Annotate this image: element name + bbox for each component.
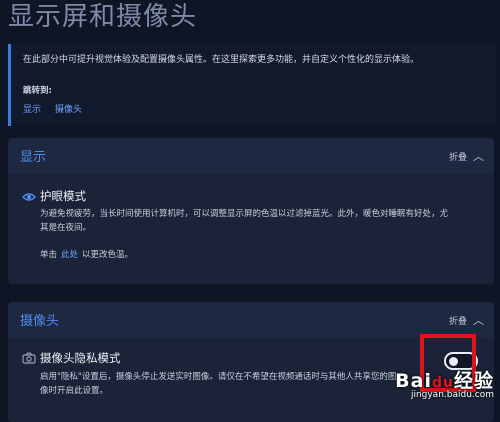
click-suffix: 以更改色温。 (82, 250, 134, 260)
camera-icon (22, 352, 36, 364)
page-title: 显示屏和摄像头 (8, 2, 198, 32)
display-section-header: 显示 折叠 ︿ (8, 138, 494, 174)
baidu-logo: Baidu经验 (395, 370, 494, 392)
jump-link-camera[interactable]: 摄像头 (55, 102, 82, 115)
color-temp-link[interactable]: 此处 (61, 250, 78, 260)
display-collapse-button[interactable]: 折叠 ︿ (449, 150, 484, 163)
chevron-up-icon: ︿ (473, 314, 484, 327)
eye-care-click-line: 单击 此处 以更改色温。 (40, 248, 133, 260)
chevron-up-icon: ︿ (473, 150, 484, 163)
jump-link-display[interactable]: 显示 (23, 102, 41, 115)
camera-privacy-title: 摄像头隐私模式 (40, 351, 121, 365)
display-section-title: 显示 (20, 150, 47, 165)
camera-section-header: 摄像头 折叠 ︿ (8, 302, 494, 338)
click-prefix: 单击 (40, 250, 58, 260)
display-section: 显示 折叠 ︿ 护眼模式 为避免视疲劳，当长时间使用计算机时，可以调整显示屏的色温… (8, 138, 494, 284)
intro-panel: 在此部分中可提升视觉体验及配置摄像头属性。在这里探索更多功能，并自定义个性化的显… (8, 44, 497, 126)
collapse-label: 折叠 (448, 317, 467, 327)
collapse-label: 折叠 (448, 153, 467, 163)
camera-privacy-description: 启用"隐私"设置后，摄像头停止发送实时图像。请仅在不希望在视频通话时与其他人共享… (40, 372, 397, 396)
baidu-watermark: Baidu经验 jingyan.baidu.com (395, 366, 494, 400)
eye-care-description: 为避免视疲劳，当长时间使用计算机时，可以调整显示屏的色温以过滤掉蓝光。此外，暖色… (40, 209, 449, 233)
camera-collapse-button[interactable]: 折叠 ︿ (449, 314, 484, 327)
eye-icon (22, 193, 36, 201)
eye-care-title: 护眼模式 (40, 189, 86, 203)
camera-section-title: 摄像头 (20, 314, 60, 329)
intro-text: 在此部分中可提升视觉体验及配置摄像头属性。在这里探索更多功能，并自定义个性化的显… (23, 55, 420, 65)
jump-to-label: 跳转到: (23, 86, 52, 96)
